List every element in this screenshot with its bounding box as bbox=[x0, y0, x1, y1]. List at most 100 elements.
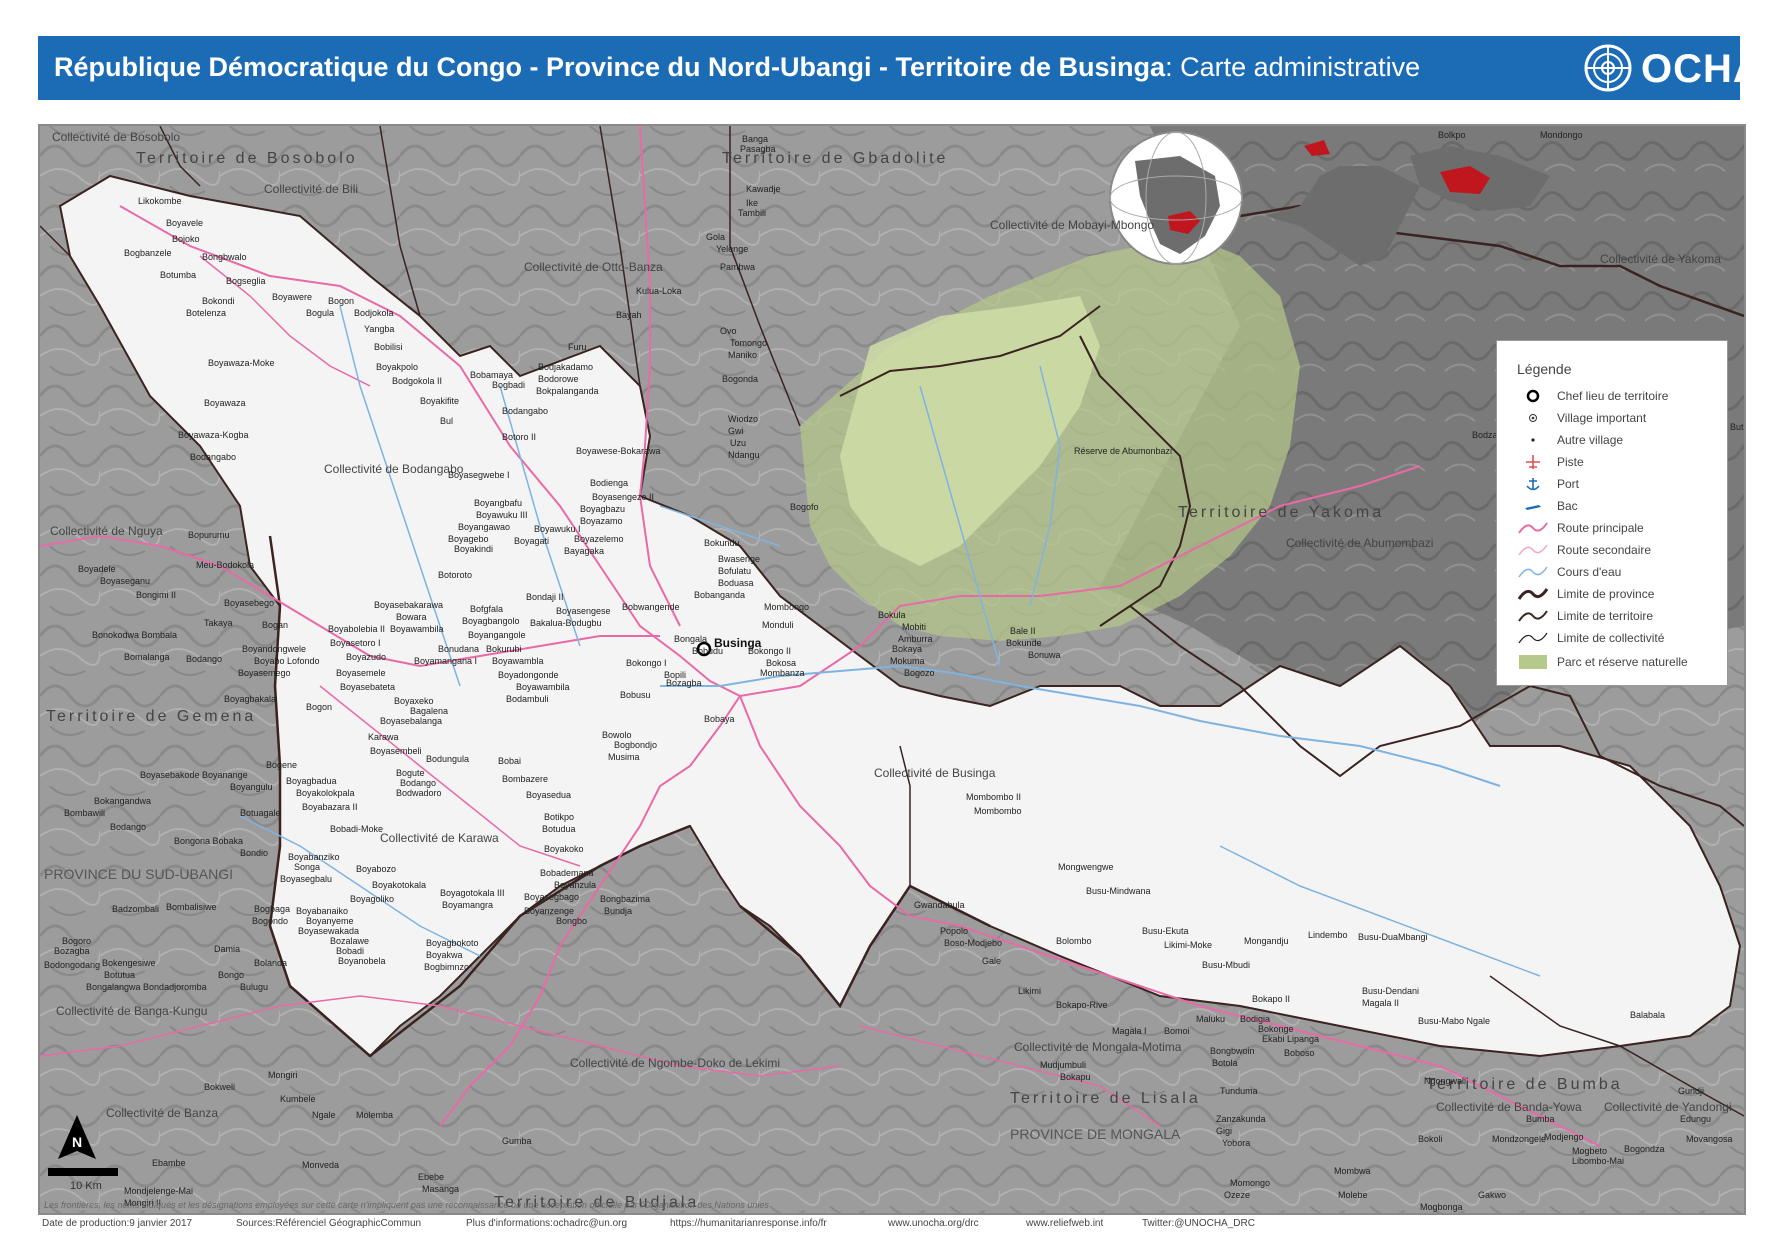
village-label: Bongona Bobaka bbox=[174, 836, 244, 846]
village-label: Busu-Ekuta bbox=[1142, 926, 1189, 936]
ferry-icon bbox=[1525, 505, 1541, 510]
village-label: Ndangu bbox=[728, 450, 760, 460]
village-label: Bul bbox=[440, 416, 454, 426]
footer-humanitarian-link[interactable]: https://humanitarianresponse.info/fr bbox=[670, 1218, 827, 1229]
village-label: Bayagaka bbox=[564, 546, 605, 556]
village-label: Momongo bbox=[1230, 1178, 1271, 1188]
collectivity-label: Collectivité de Bodangabo bbox=[324, 462, 464, 476]
village-label: Bowara bbox=[396, 612, 427, 622]
legend-label: Parc et réserve naturelle bbox=[1557, 655, 1688, 669]
village-label: Boyasewakada bbox=[298, 926, 360, 936]
village-label: Boyasemele bbox=[336, 668, 386, 678]
village-label: Boyasebego bbox=[224, 598, 275, 608]
scale-bar bbox=[48, 1168, 118, 1176]
footer-info: Plus d'informations:ochadrc@un.org bbox=[466, 1218, 628, 1229]
village-label: Boyabozo bbox=[356, 864, 397, 874]
village-label: Boyazudo bbox=[346, 652, 387, 662]
village-label: Bojoko bbox=[172, 234, 200, 244]
footer-sources: Sources:Référenciel GéographicCommun bbox=[236, 1218, 422, 1229]
village-important-icon bbox=[1529, 414, 1537, 422]
village-label: Uzu bbox=[730, 438, 747, 448]
village-label: Balabala bbox=[1630, 1010, 1666, 1020]
village-label: Boyawaza bbox=[204, 398, 246, 408]
village-label: Bodjokola bbox=[354, 308, 394, 318]
village-label: Botelenza bbox=[186, 308, 227, 318]
legend-label: Limite de province bbox=[1557, 587, 1655, 601]
secondary-road-icon bbox=[1518, 544, 1548, 556]
village-label: Amburra bbox=[898, 634, 933, 644]
legend-title: Légende bbox=[1517, 361, 1572, 377]
village-label: Pambwa bbox=[720, 262, 756, 272]
footer-twitter[interactable]: Twitter:@UNOCHA_DRC bbox=[1142, 1218, 1255, 1229]
footer-reliefweb-link[interactable]: www.reliefweb.int bbox=[1026, 1218, 1103, 1229]
village-label: Bondaji II bbox=[526, 592, 564, 602]
village-label: Boyawese-Bokarawa bbox=[576, 446, 661, 456]
village-label: Boyandongwele bbox=[242, 644, 307, 654]
village-label: Mondzongele bbox=[1492, 1134, 1547, 1144]
village-label: Bokweli bbox=[204, 1082, 236, 1092]
village-label: Bogseglia bbox=[226, 276, 266, 286]
village-label: Boyabanziko bbox=[288, 852, 340, 862]
chef-lieu-icon bbox=[1526, 389, 1540, 403]
village-label: Boyagbazu bbox=[580, 504, 626, 514]
village-label: Bonudana bbox=[438, 644, 480, 654]
village-label: Ike bbox=[746, 198, 759, 208]
village-label: Bobanganda bbox=[694, 590, 746, 600]
village-label: Bodango bbox=[400, 778, 437, 788]
village-label: Boyaseganu bbox=[100, 576, 151, 586]
village-label: Ebambe bbox=[152, 1158, 186, 1168]
village-label: Pasagba bbox=[740, 144, 776, 154]
village-label: Boyasebalanga bbox=[380, 716, 443, 726]
village-label: Bongalangwa Bondadjoromba bbox=[86, 982, 207, 992]
village-label: Bokonge bbox=[1258, 1024, 1294, 1034]
collectivity-label: Collectivité de Karawa bbox=[380, 831, 499, 845]
legend-label: Autre village bbox=[1557, 433, 1624, 447]
village-label: Libombo-Mai bbox=[1572, 1156, 1625, 1166]
village-label: Edungu bbox=[1680, 1114, 1712, 1124]
village-label: Bayah bbox=[616, 310, 642, 320]
village-label: Bogbaga bbox=[254, 904, 291, 914]
village-label: Bogbimnzo bbox=[424, 962, 470, 972]
village-label: Bokaya bbox=[892, 644, 923, 654]
footer-unocha-link[interactable]: www.unocha.org/drc bbox=[888, 1218, 979, 1229]
village-label: Bongbwalo bbox=[202, 252, 247, 262]
village-label: Boyagotokala III bbox=[440, 888, 505, 898]
village-label: Bogbondjo bbox=[614, 740, 658, 750]
village-label: Busu-Mabo Ngale bbox=[1418, 1016, 1491, 1026]
village-label: Botoro II bbox=[502, 432, 537, 442]
village-label: Boyawaza-Moke bbox=[208, 358, 275, 368]
village-label: Mombanza bbox=[760, 668, 805, 678]
legend-label: Route secondaire bbox=[1557, 543, 1652, 557]
legend-label: Piste bbox=[1557, 455, 1584, 469]
village-label: Boyagbakala bbox=[224, 694, 277, 704]
collectivity-label: Collectivité de Banga-Kungu bbox=[56, 1004, 208, 1018]
village-label: Bongala bbox=[674, 634, 708, 644]
disclaimer-text: Les frontières, les noms indiqués et les… bbox=[44, 1200, 769, 1210]
village-label: Boyanobela bbox=[338, 956, 386, 966]
river-icon bbox=[1518, 566, 1548, 578]
village-label: Mombongo bbox=[764, 602, 810, 612]
legend-label: Limite de collectivité bbox=[1557, 631, 1665, 645]
village-label: Boyagebo bbox=[448, 534, 489, 544]
legend-item-limite-province: Limite de province bbox=[1517, 585, 1722, 603]
collectivity-label: Collectivité de Mongala-Motima bbox=[1014, 1040, 1182, 1054]
village-label: Gakwo bbox=[1478, 1190, 1507, 1200]
village-label: Bobademana bbox=[540, 868, 594, 878]
village-label: Botola bbox=[1212, 1058, 1238, 1068]
collectivity-label: Collectivité de Bili bbox=[264, 182, 359, 196]
village-label: Boyawuku III bbox=[476, 510, 528, 520]
village-label: Bobaya bbox=[704, 714, 735, 724]
legend-item-route-secondaire: Route secondaire bbox=[1517, 541, 1722, 559]
village-label: Zanzakunda bbox=[1216, 1114, 1266, 1124]
village-label: Bomalanga bbox=[124, 652, 170, 662]
collectivity-label: Collectivité de Mobayi-Mbongo bbox=[990, 218, 1155, 232]
un-emblem-icon bbox=[1584, 44, 1632, 92]
village-label: Bokunde bbox=[1006, 638, 1042, 648]
village-label: Bofulatu bbox=[718, 566, 752, 576]
village-label: Bokengesiwe bbox=[102, 958, 156, 968]
village-label: Bogofo bbox=[790, 502, 819, 512]
village-label: Bobadi-Moke bbox=[330, 824, 384, 834]
footer-date: Date de production:9 janvier 2017 bbox=[42, 1218, 193, 1229]
village-label: Boyangbafu bbox=[474, 498, 523, 508]
village-label: Likimi bbox=[1018, 986, 1042, 996]
